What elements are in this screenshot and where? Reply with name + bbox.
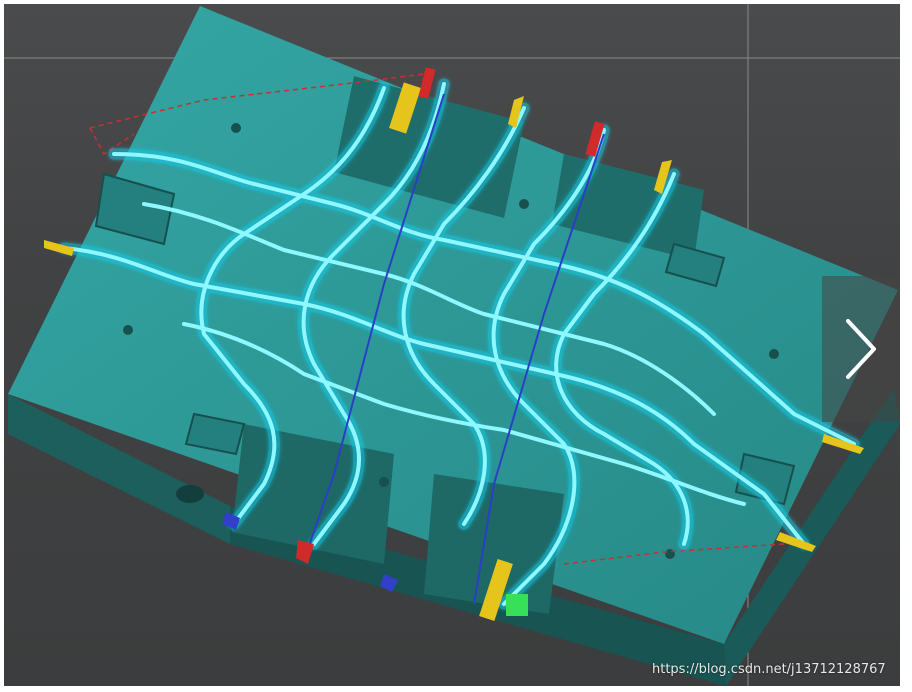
screw-hole xyxy=(379,477,389,487)
arrow-yellow xyxy=(44,240,74,256)
screw-hole xyxy=(769,349,779,359)
side-port xyxy=(176,485,204,503)
screw-hole xyxy=(123,325,133,335)
screw-hole xyxy=(231,123,241,133)
chevron-right-icon xyxy=(846,319,876,379)
image-frame: https://blog.csdn.net/j13712128767 xyxy=(0,0,912,692)
next-image-button[interactable] xyxy=(822,276,900,422)
mold-scene xyxy=(4,4,900,686)
watermark-text: https://blog.csdn.net/j13712128767 xyxy=(652,662,886,677)
viewport-3d xyxy=(4,4,900,686)
outlet-green xyxy=(506,594,528,616)
inlet-red xyxy=(418,67,436,99)
screw-hole xyxy=(665,549,675,559)
screw-hole xyxy=(519,199,529,209)
